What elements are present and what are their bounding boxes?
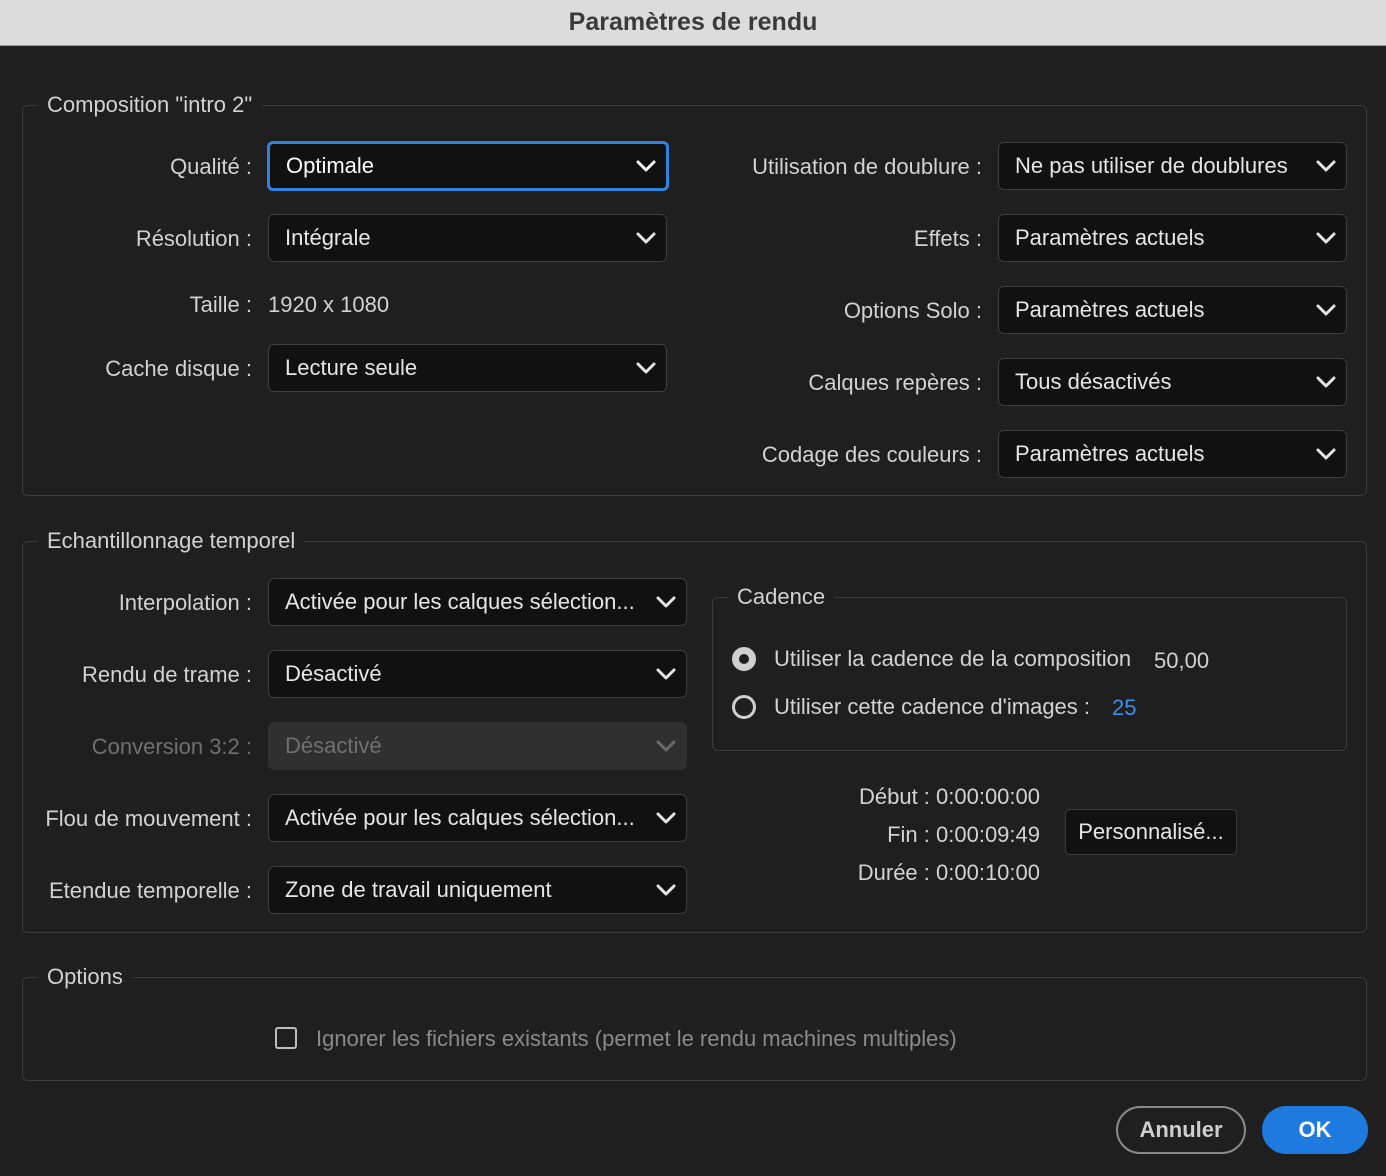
chevron-down-icon xyxy=(1306,431,1346,477)
quality-label: Qualité : xyxy=(170,154,252,179)
guide-layers-select[interactable]: Tous désactivés xyxy=(998,358,1347,406)
skip-existing-label[interactable]: Ignorer les fichiers existants (permet l… xyxy=(316,1015,957,1063)
resolution-label: Résolution : xyxy=(135,226,252,251)
custom-frame-rate-value[interactable]: 25 xyxy=(1112,684,1136,732)
frame-rate-group-title: Cadence xyxy=(727,581,836,613)
quality-select[interactable]: Optimale xyxy=(267,141,669,191)
guide-layers-value: Tous désactivés xyxy=(1015,369,1172,394)
quality-value: Optimale xyxy=(286,153,375,178)
pulldown-value: Désactivé xyxy=(285,733,382,758)
proxy-label: Utilisation de doublure : xyxy=(752,154,982,179)
custom-time-button-label: Personnalisé... xyxy=(1078,819,1224,844)
window-title-bar: Paramètres de rendu xyxy=(0,0,1386,46)
duration-time: Durée : 0:00:10:00 xyxy=(857,860,1040,885)
proxy-value: Ne pas utiliser de doublures xyxy=(1015,153,1288,178)
chevron-down-icon xyxy=(646,867,686,913)
resolution-value: Intégrale xyxy=(285,225,371,250)
use-this-frame-rate-label[interactable]: Utiliser cette cadence d'images : xyxy=(774,683,1090,731)
solo-value: Paramètres actuels xyxy=(1015,297,1205,322)
ok-button-label: OK xyxy=(1298,1117,1332,1142)
pulldown-label: Conversion 3:2 : xyxy=(91,734,252,759)
size-label: Taille : xyxy=(189,292,252,317)
color-depth-label: Codage des couleurs : xyxy=(761,442,982,467)
resolution-select[interactable]: Intégrale xyxy=(268,214,667,262)
chevron-down-icon xyxy=(1306,287,1346,333)
guide-layers-label: Calques repères : xyxy=(808,370,982,395)
solo-select[interactable]: Paramètres actuels xyxy=(998,286,1347,334)
time-span-value: Zone de travail uniquement xyxy=(285,877,552,902)
custom-time-button[interactable]: Personnalisé... xyxy=(1065,809,1237,855)
size-value: 1920 x 1080 xyxy=(268,292,390,317)
use-comp-frame-rate-label[interactable]: Utiliser la cadence de la composition xyxy=(774,635,1131,683)
color-depth-value: Paramètres actuels xyxy=(1015,441,1205,466)
chevron-down-icon xyxy=(1306,143,1346,189)
cancel-button-label: Annuler xyxy=(1139,1117,1223,1142)
motion-blur-value: Activée pour les calques sélection... xyxy=(285,805,635,830)
window-title: Paramètres de rendu xyxy=(568,8,818,36)
chevron-down-icon xyxy=(646,795,686,841)
frame-blending-select[interactable]: Activée pour les calques sélection... xyxy=(268,578,687,626)
frame-blending-value: Activée pour les calques sélection... xyxy=(285,589,635,614)
effects-value: Paramètres actuels xyxy=(1015,225,1205,250)
motion-blur-label: Flou de mouvement : xyxy=(45,806,252,831)
field-render-select[interactable]: Désactivé xyxy=(268,650,687,698)
effects-select[interactable]: Paramètres actuels xyxy=(998,214,1347,262)
use-comp-frame-rate-radio[interactable] xyxy=(732,647,756,671)
solo-label: Options Solo : xyxy=(843,298,982,323)
pulldown-select: Désactivé xyxy=(268,722,687,770)
skip-existing-checkbox[interactable] xyxy=(275,1027,297,1049)
time-sampling-group-title: Echantillonnage temporel xyxy=(37,525,306,557)
field-render-value: Désactivé xyxy=(285,661,382,686)
motion-blur-select[interactable]: Activée pour les calques sélection... xyxy=(268,794,687,842)
options-group-title: Options xyxy=(37,961,133,993)
comp-frame-rate-value: 50,00 xyxy=(1154,648,1210,673)
chevron-down-icon xyxy=(626,144,666,188)
color-depth-select[interactable]: Paramètres actuels xyxy=(998,430,1347,478)
time-span-label: Etendue temporelle : xyxy=(48,878,252,903)
chevron-down-icon xyxy=(626,215,666,261)
chevron-down-icon xyxy=(646,579,686,625)
ok-button[interactable]: OK xyxy=(1262,1106,1368,1154)
field-render-label: Rendu de trame : xyxy=(82,662,252,687)
cancel-button[interactable]: Annuler xyxy=(1116,1106,1246,1154)
proxy-select[interactable]: Ne pas utiliser de doublures xyxy=(998,142,1347,190)
time-span-select[interactable]: Zone de travail uniquement xyxy=(268,866,687,914)
chevron-down-icon xyxy=(1306,359,1346,405)
use-this-frame-rate-radio[interactable] xyxy=(732,695,756,719)
chevron-down-icon xyxy=(646,651,686,697)
disk-cache-value: Lecture seule xyxy=(285,355,418,380)
disk-cache-label: Cache disque : xyxy=(105,356,252,381)
chevron-down-icon xyxy=(1306,215,1346,261)
chevron-down-icon xyxy=(626,345,666,391)
frame-blending-label: Interpolation : xyxy=(118,590,252,615)
disk-cache-select[interactable]: Lecture seule xyxy=(268,344,667,392)
composition-group-title: Composition "intro 2" xyxy=(37,89,263,121)
chevron-down-icon xyxy=(646,723,686,769)
effects-label: Effets : xyxy=(913,226,982,251)
